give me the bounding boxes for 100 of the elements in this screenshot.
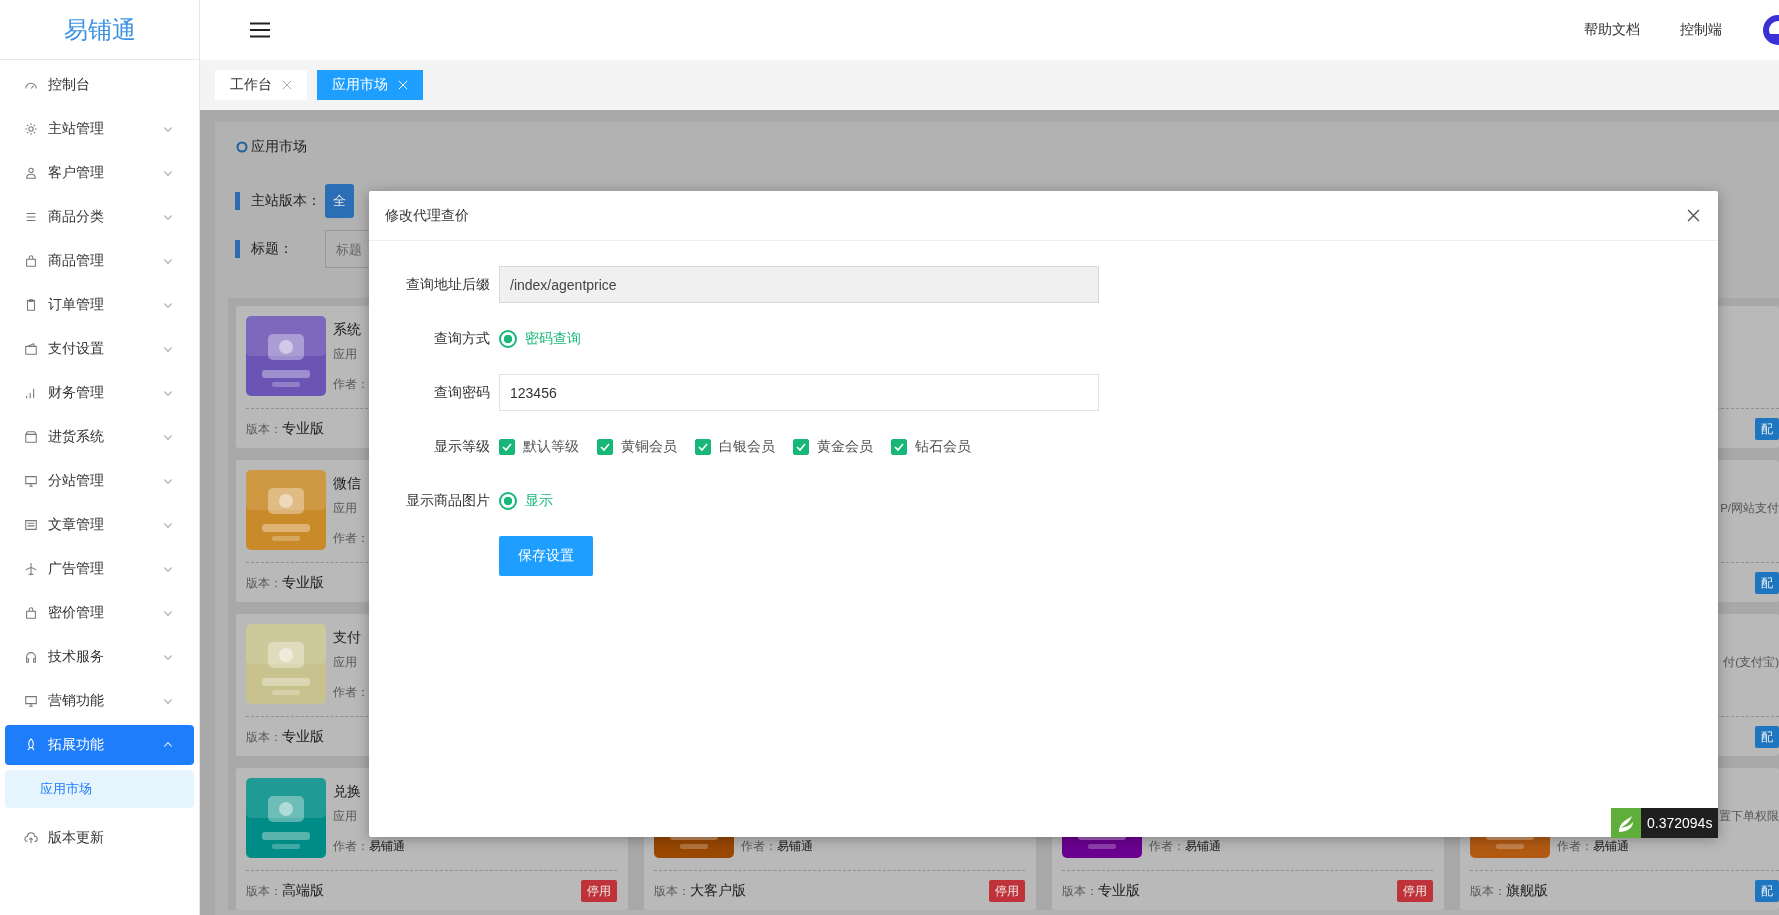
settings-icon — [24, 122, 38, 136]
sidebar-item[interactable]: 分站管理 — [5, 461, 194, 501]
author-name: 易铺通 — [1185, 838, 1221, 854]
filter-label: 标题： — [251, 240, 294, 258]
checkbox-option[interactable]: 默认等级 — [499, 437, 597, 456]
app-description: 应用 — [333, 808, 357, 824]
author-name: 易铺通 — [777, 838, 813, 854]
logo-text: 易铺通 — [63, 14, 136, 45]
app-title: 系统 — [333, 321, 361, 339]
menu-icon[interactable] — [250, 22, 270, 38]
tab[interactable]: 工作台 — [215, 70, 307, 100]
field-label: 作者： — [741, 838, 777, 854]
field-label: 作者： — [333, 838, 369, 854]
app-description: 置下单权限 — [1719, 808, 1779, 824]
monitor-icon — [24, 474, 38, 488]
dialog-title: 修改代理查价 — [385, 206, 469, 225]
field-label: 作者： — [333, 376, 369, 392]
author-name: 易铺通 — [1593, 838, 1629, 854]
app-description: P/网站支付 — [1720, 500, 1779, 516]
checkbox-option[interactable]: 钻石会员 — [891, 437, 989, 456]
monitor-icon — [24, 694, 38, 708]
version-name: 高端版 — [282, 882, 324, 900]
version-name: 专业版 — [282, 728, 324, 746]
field-label: 版本： — [246, 421, 282, 437]
version-name: 专业版 — [282, 574, 324, 592]
app-title: 微信 — [333, 475, 361, 493]
filter-button[interactable]: 全 — [325, 184, 354, 218]
action-button[interactable]: 停用 — [581, 880, 617, 902]
field-label: 查询方式 — [433, 329, 490, 348]
bag-icon — [24, 606, 38, 620]
app-title: 兑换 — [333, 783, 361, 801]
action-button[interactable]: 停用 — [989, 880, 1025, 902]
sidebar-item[interactable]: 进货系统 — [5, 417, 194, 457]
airplane-icon — [24, 562, 38, 576]
action-button[interactable]: 停用 — [1397, 880, 1433, 902]
field-label: 版本： — [246, 729, 282, 745]
text-field[interactable]: 123456 — [499, 374, 1099, 411]
field-label: 显示商品图片 — [405, 491, 490, 510]
sidebar-item[interactable]: 拓展功能 — [5, 725, 194, 765]
headphones-icon — [24, 650, 38, 664]
sidebar-item[interactable]: 密价管理 — [5, 593, 194, 633]
field-label: 作者： — [333, 684, 369, 700]
field-label: 版本： — [654, 883, 690, 899]
sidebar-item[interactable]: 主站管理 — [5, 109, 194, 149]
sidebar-item[interactable]: 订单管理 — [5, 285, 194, 325]
field-label: 查询地址后缀 — [405, 275, 490, 294]
filter-label: 主站版本： — [251, 192, 322, 210]
field-label: 版本： — [1062, 883, 1098, 899]
app-title: 支付 — [333, 629, 361, 647]
app-description: 付(支付宝) — [1723, 654, 1779, 670]
app-description: 应用 — [333, 500, 357, 516]
header-link[interactable]: 控制端 — [1680, 21, 1722, 39]
checkbox-option[interactable]: 黄金会员 — [793, 437, 891, 456]
sidebar-item[interactable]: 文章管理 — [5, 505, 194, 545]
checkbox-option[interactable]: 白银会员 — [695, 437, 793, 456]
circle-icon — [236, 141, 248, 153]
list-icon — [24, 210, 38, 224]
field-label: 版本： — [1470, 883, 1506, 899]
sidebar-item[interactable]: 技术服务 — [5, 637, 194, 677]
document-icon — [24, 518, 38, 532]
field-label: 版本： — [246, 575, 282, 591]
field-label: 查询密码 — [433, 383, 490, 402]
field-label: 作者： — [1557, 838, 1593, 854]
sidebar-item[interactable]: 营销功能 — [5, 681, 194, 721]
bag-icon — [24, 254, 38, 268]
version-name: 旗舰版 — [1506, 882, 1548, 900]
clipboard-icon — [24, 298, 38, 312]
sidebar-item[interactable]: 支付设置 — [5, 329, 194, 369]
timing-badge: 0.372094s — [1641, 808, 1719, 838]
action-button[interactable]: 配 — [1755, 418, 1779, 440]
app-description: 应用 — [333, 654, 357, 670]
sidebar-item[interactable]: 广告管理 — [5, 549, 194, 589]
action-button[interactable]: 配 — [1755, 880, 1779, 902]
close-icon[interactable] — [1687, 209, 1700, 222]
version-name: 大客户版 — [690, 882, 746, 900]
checkbox-option[interactable]: 黄铜会员 — [597, 437, 695, 456]
sidebar-item[interactable]: 版本更新 — [5, 818, 194, 858]
header-link[interactable]: 帮助文档 — [1584, 21, 1640, 39]
sidebar-item[interactable]: 客户管理 — [5, 153, 194, 193]
sidebar-item[interactable]: 控制台 — [5, 65, 194, 105]
app-description: 应用 — [333, 346, 357, 362]
action-button[interactable]: 配 — [1755, 572, 1779, 594]
action-button[interactable]: 配 — [1755, 726, 1779, 748]
box-icon — [24, 430, 38, 444]
field-label: 作者： — [1149, 838, 1185, 854]
version-name: 专业版 — [1098, 882, 1140, 900]
sidebar-subitem[interactable]: 应用市场 — [5, 770, 194, 808]
sidebar-item[interactable]: 财务管理 — [5, 373, 194, 413]
wallet-icon — [24, 342, 38, 356]
bar-marker — [235, 240, 240, 258]
version-name: 专业版 — [282, 420, 324, 438]
bar-marker — [235, 192, 240, 210]
sidebar-item[interactable]: 商品管理 — [5, 241, 194, 281]
author-name: 易铺通 — [369, 838, 405, 854]
cloud-upload-icon — [24, 831, 38, 845]
person-icon — [24, 166, 38, 180]
sidebar-item[interactable]: 商品分类 — [5, 197, 194, 237]
field-label: 显示等级 — [433, 437, 490, 456]
panel-title: 应用市场 — [251, 138, 307, 156]
field-label: 作者： — [333, 530, 369, 546]
